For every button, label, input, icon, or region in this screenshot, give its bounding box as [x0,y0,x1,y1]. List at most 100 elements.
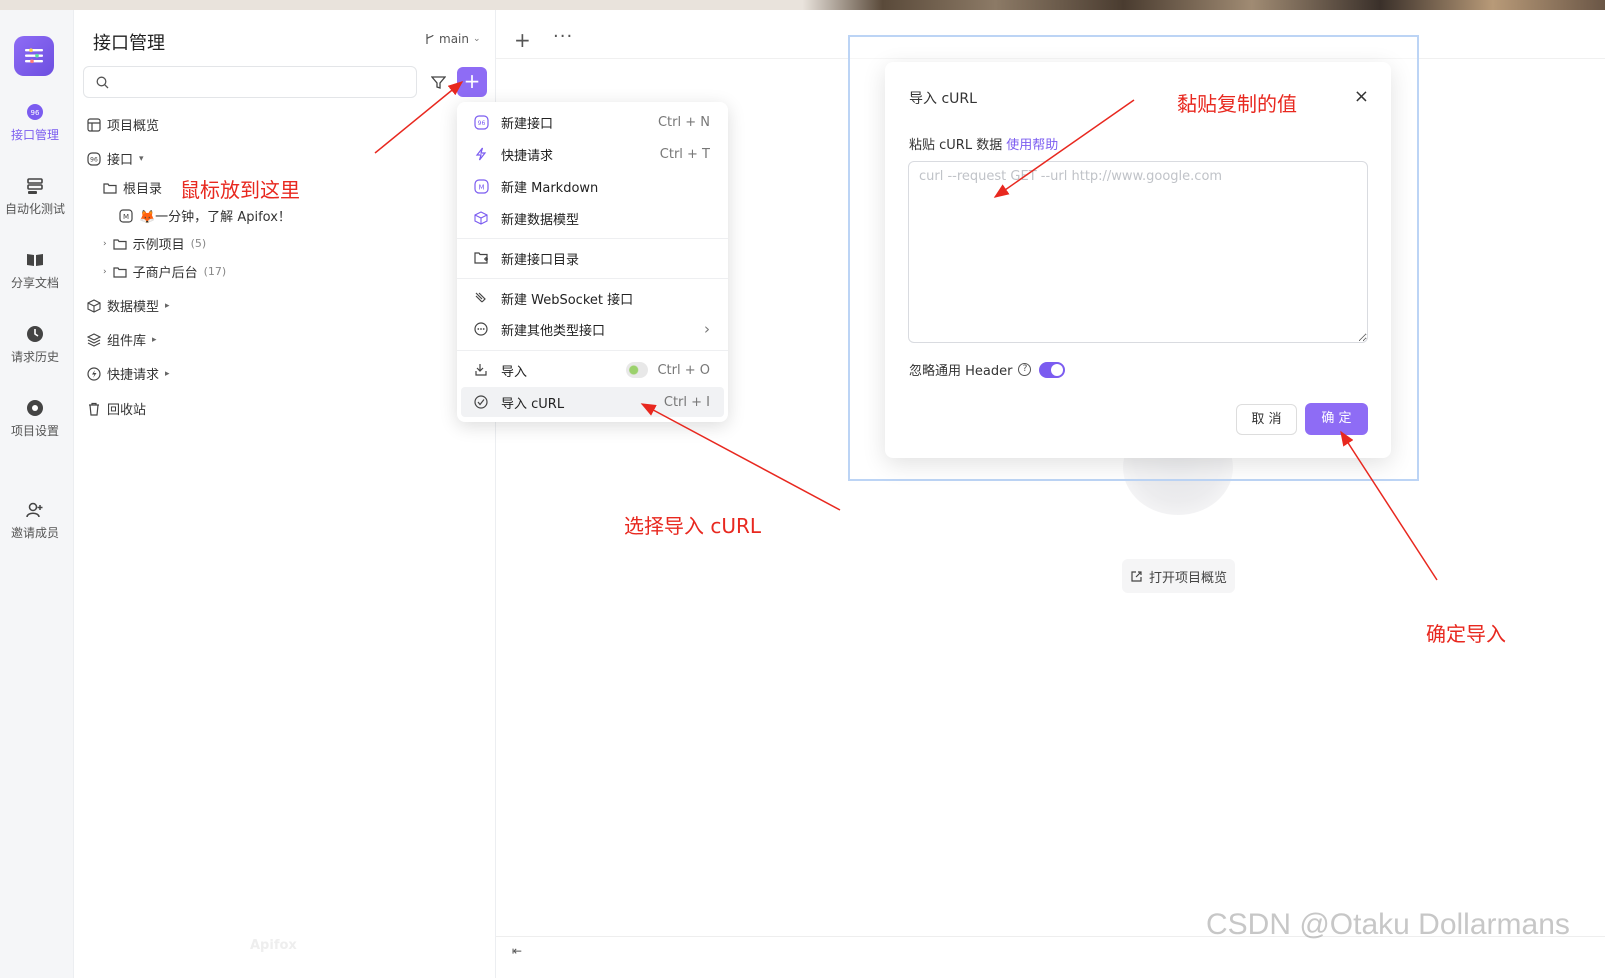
menu-separator [457,278,728,279]
open-icon [1131,570,1142,582]
menu-label: 新建其他类型接口 [501,323,606,339]
close-icon[interactable]: × [1354,86,1369,107]
svg-text:96: 96 [477,120,485,127]
branch-selector[interactable]: main ⌄ [425,32,481,46]
menu-item-new-folder[interactable]: 新建接口目录 [461,243,724,273]
ignore-header-row: 忽略通用 Header ? [909,360,1066,379]
menu-label: 新建 Markdown [501,180,599,196]
caret-right-icon: › [103,266,107,277]
menu-item-import-curl[interactable]: 导入 cURL Ctrl + I [461,387,724,417]
search-input[interactable] [83,66,417,98]
markdown-icon: M [119,208,133,223]
menu-item-new-api[interactable]: 96 新建接口 Ctrl + N [461,107,724,137]
svg-text:96: 96 [90,156,98,163]
rail-item-share-doc[interactable]: 分享文档 [0,250,70,291]
annotation-confirm-import: 确定导入 [1426,622,1506,646]
markdown-icon: M [473,178,489,194]
chevron-down-icon: ⌄ [472,34,481,44]
tree-item-recycle[interactable]: 回收站 [87,399,146,418]
svg-text:M: M [123,213,129,221]
rail-item-settings[interactable]: 项目设置 [0,398,70,439]
svg-text:96: 96 [31,109,40,117]
branch-icon [426,34,434,44]
menu-item-import[interactable]: 导入 Ctrl + O [461,355,724,385]
folder-icon [113,266,127,278]
lightning-icon [473,146,489,162]
add-menu: 96 新建接口 Ctrl + N 快捷请求 Ctrl + T M 新建 Mark… [457,102,728,422]
rail-item-invite[interactable]: 邀请成员 [0,500,70,541]
tree-label: 回收站 [107,403,147,418]
open-overview-label: 打开项目概览 [1148,570,1227,586]
tree-label: 接口 [107,153,134,168]
rail-label: 请求历史 [10,350,59,364]
menu-item-new-websocket[interactable]: 新建 WebSocket 接口 [461,283,724,313]
search-icon [96,76,109,89]
menu-shortcut: Ctrl + T [659,146,710,162]
api-icon: 96 [473,114,489,130]
tree-item-apis[interactable]: 96 接口 ▾ [87,149,144,168]
menu-label: 导入 cURL [501,396,565,412]
tree-label: 快捷请求 [107,368,160,383]
folder-add-icon [473,250,489,266]
import-curl-dialog: 导入 cURL × 粘贴 cURL 数据使用帮助 忽略通用 Header ? 取… [885,62,1391,458]
menu-separator [457,238,728,239]
rail-label: 邀请成员 [10,526,59,540]
tree-label: 🦊一分钟，了解 Apifox！ [139,210,291,225]
rail-item-history[interactable]: 请求历史 [0,324,70,365]
help-circle-icon[interactable]: ? [1018,363,1032,376]
menu-label: 导入 [501,364,528,380]
annotation-paste-value: 黏贴复制的值 [1177,92,1297,116]
layers-icon [87,332,101,347]
menu-item-quick-request[interactable]: 快捷请求 Ctrl + T [461,139,724,169]
tree-item-example[interactable]: › 示例项目 (5) [103,234,206,253]
cube-icon [87,298,101,313]
open-overview-button[interactable]: 打开项目概览 [1122,559,1235,593]
lightning-circle-icon [87,366,101,381]
add-button[interactable]: + [457,67,487,97]
tree-label: 示例项目 [132,238,185,253]
menu-shortcut: Ctrl + N [657,114,710,130]
filter-button[interactable] [424,67,452,97]
apifox-watermark: Apifox [250,938,297,953]
chevron-right-icon: › [704,320,710,338]
confirm-button[interactable]: 确 定 [1305,403,1368,435]
tree-item-components[interactable]: 组件库 ▸ [87,330,157,349]
ignore-header-toggle[interactable] [1039,361,1066,378]
menu-item-other-types[interactable]: 新建其他类型接口 › [461,314,724,344]
folder-root-icon [103,182,117,194]
tree-item-schemas[interactable]: 数据模型 ▸ [87,296,170,315]
nav-rail: 96 接口管理 自动化测试 分享文档 请求历史 项目设置 邀请成员 [0,10,74,978]
more-circle-icon [473,321,489,337]
history-icon [27,326,43,342]
tree-item-quick-requests[interactable]: 快捷请求 ▸ [87,364,170,383]
svg-text:M: M [478,183,484,191]
app-logo[interactable] [14,36,54,76]
tree-item-root[interactable]: 根目录 [103,178,162,197]
tree-item-overview[interactable]: 项目概览 [87,115,159,134]
menu-label: 新建接口 [501,116,554,132]
csdn-watermark: CSDN @Otaku Dollarmans [1206,908,1570,941]
new-tab-button[interactable]: + [514,28,531,52]
menu-item-new-schema[interactable]: 新建数据模型 [461,203,724,233]
curl-textarea[interactable] [908,161,1368,343]
tree-item-doc[interactable]: M 🦊一分钟，了解 Apifox！ [119,206,291,225]
rail-item-api-management[interactable]: 96 接口管理 [0,102,70,143]
collapse-sidebar-icon[interactable]: ⇤ [512,944,522,958]
caret-down-icon: ▾ [139,153,144,164]
import-sources-icon [626,362,648,378]
menu-label: 新建接口目录 [501,252,580,268]
more-icon[interactable]: ··· [553,26,573,47]
tree-item-merchant[interactable]: › 子商户后台 (17) [103,262,226,281]
sidebar-title: 接口管理 [93,33,165,54]
tree-label: 项目概览 [107,119,160,134]
tree-count: (5) [190,237,207,250]
menu-item-new-markdown[interactable]: M 新建 Markdown [461,171,724,201]
trash-icon [89,402,99,416]
settings-icon [27,400,43,416]
help-link[interactable]: 使用帮助 [1006,138,1058,153]
caret-right-icon: › [103,238,107,249]
cancel-button[interactable]: 取 消 [1236,404,1297,435]
api-sidebar: 接口管理 main ⌄ + 项目概览 96 接口 ▾ 根目录 M 🦊一分钟，了解… [75,10,496,978]
rail-item-automation[interactable]: 自动化测试 [0,176,70,217]
automation-icon [27,178,43,194]
